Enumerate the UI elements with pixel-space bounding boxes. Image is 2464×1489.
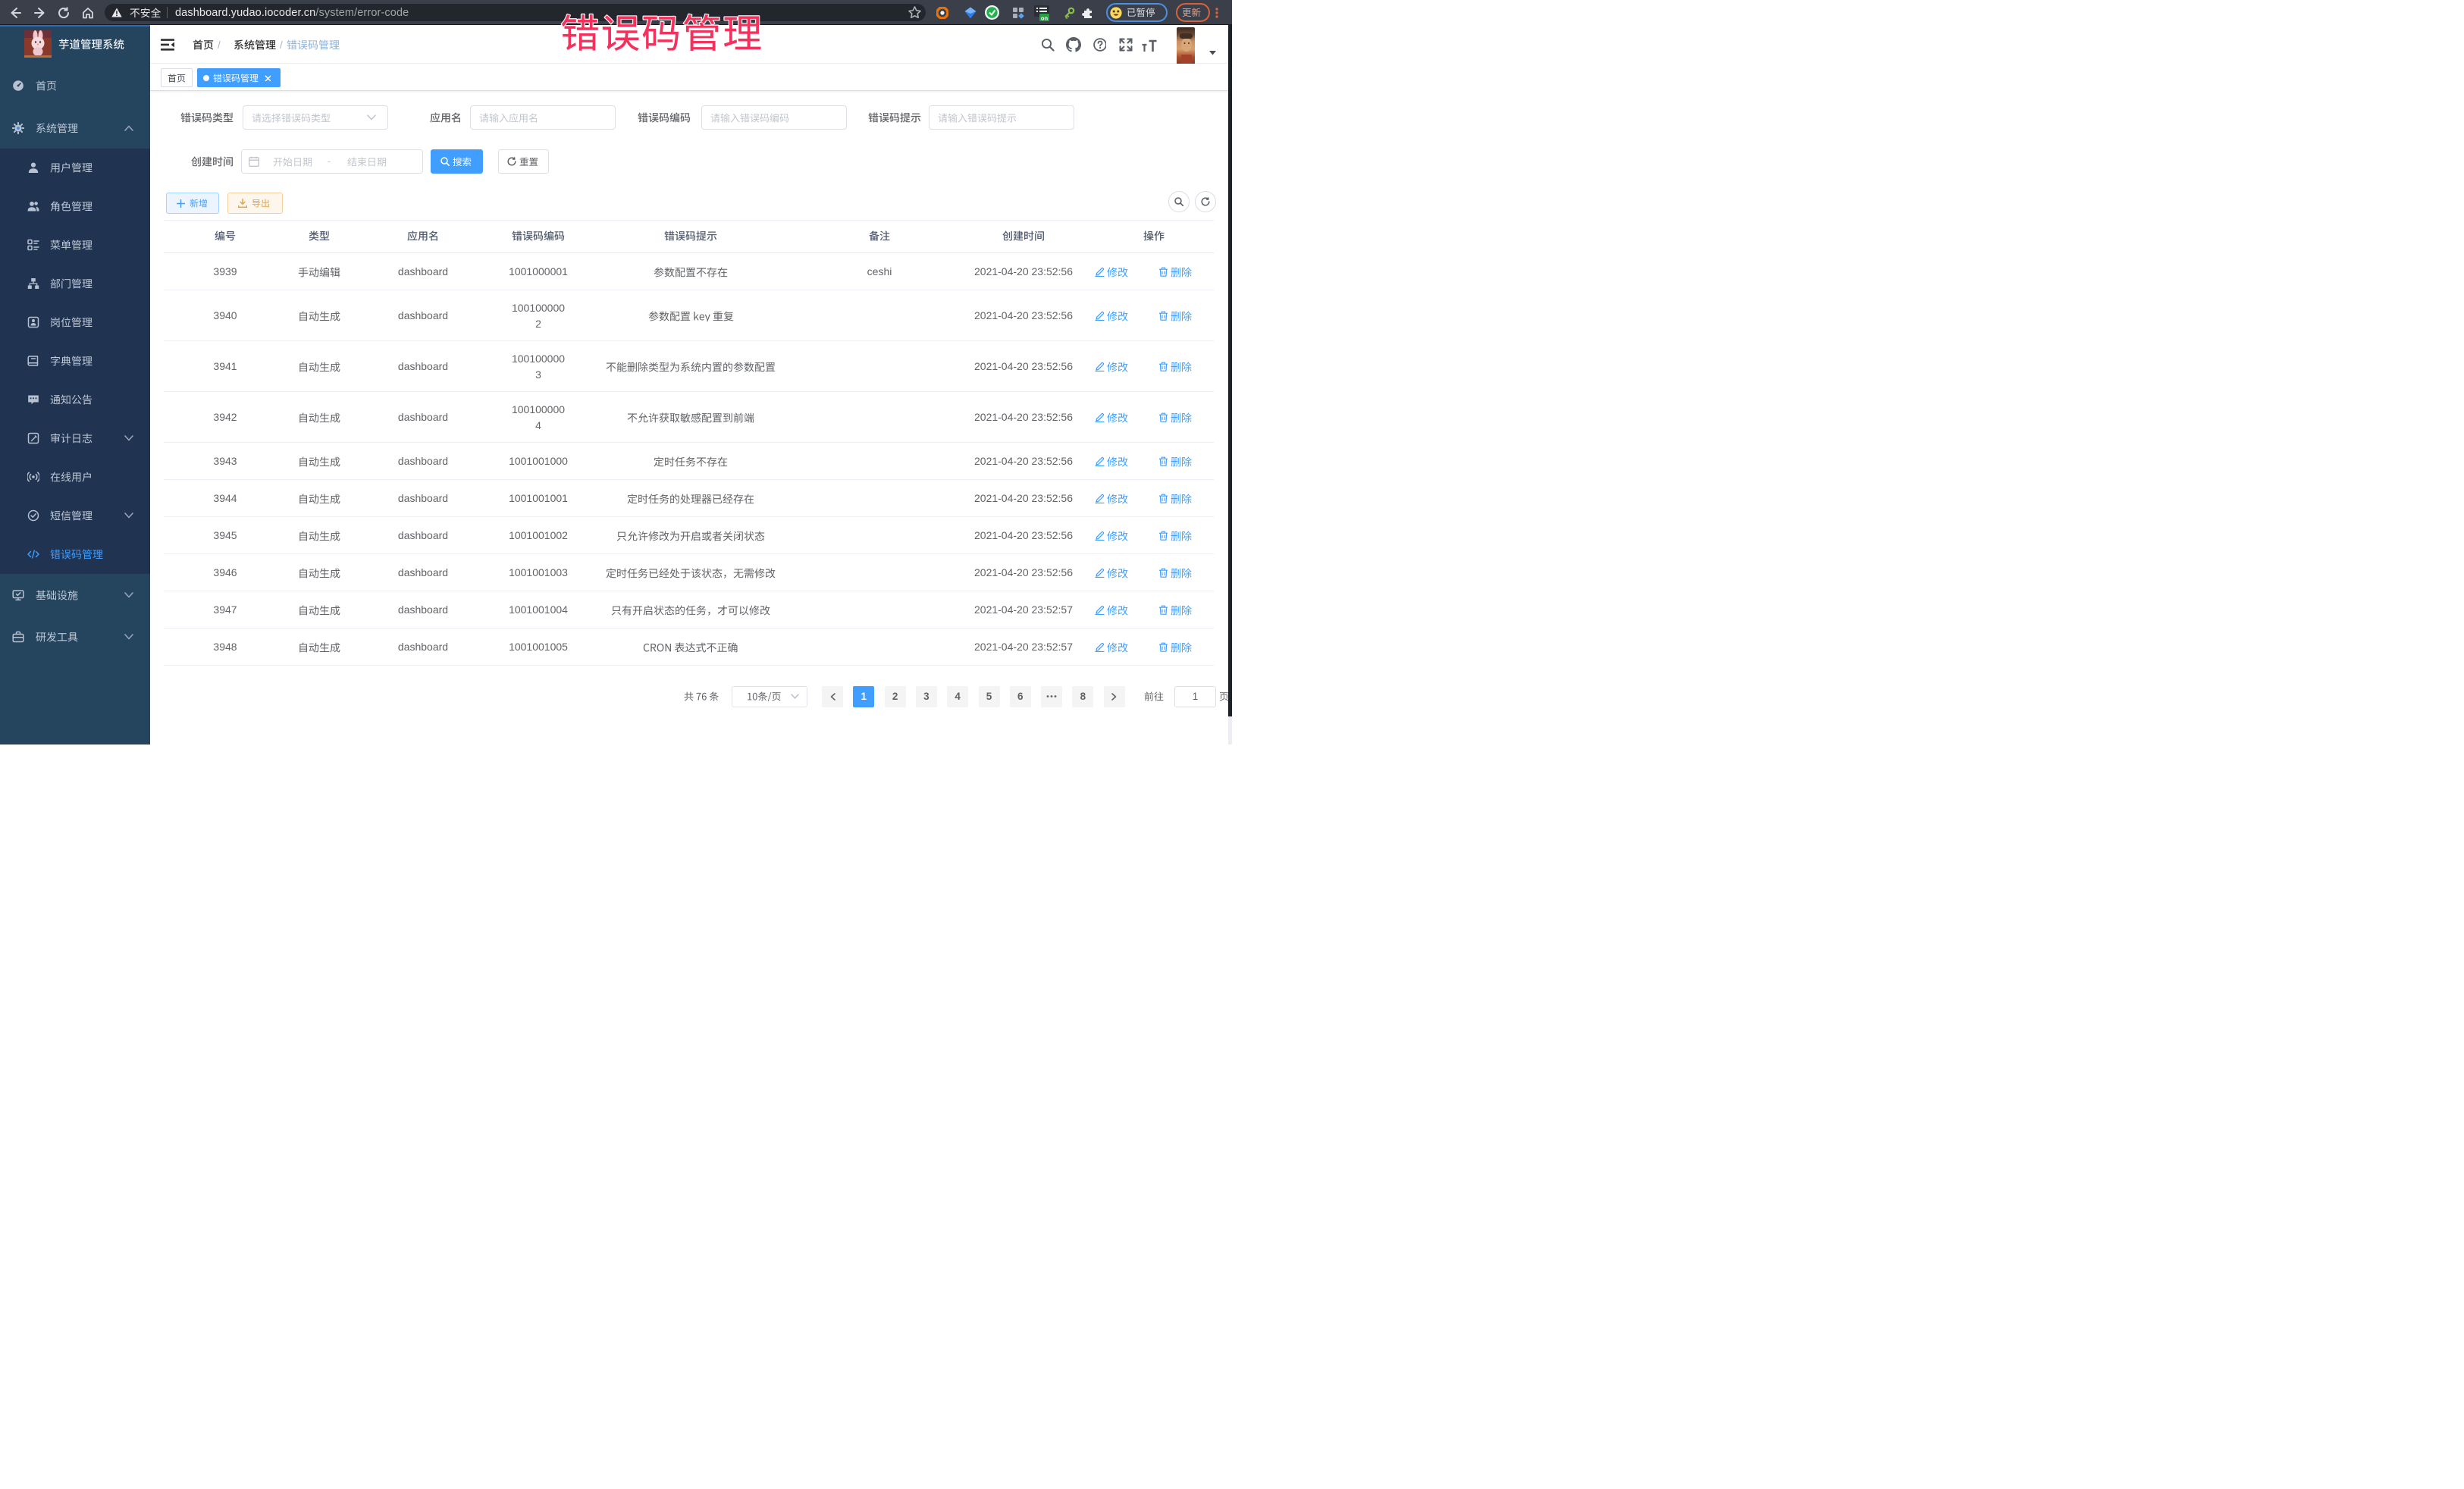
- svg-text:on: on: [1041, 15, 1049, 22]
